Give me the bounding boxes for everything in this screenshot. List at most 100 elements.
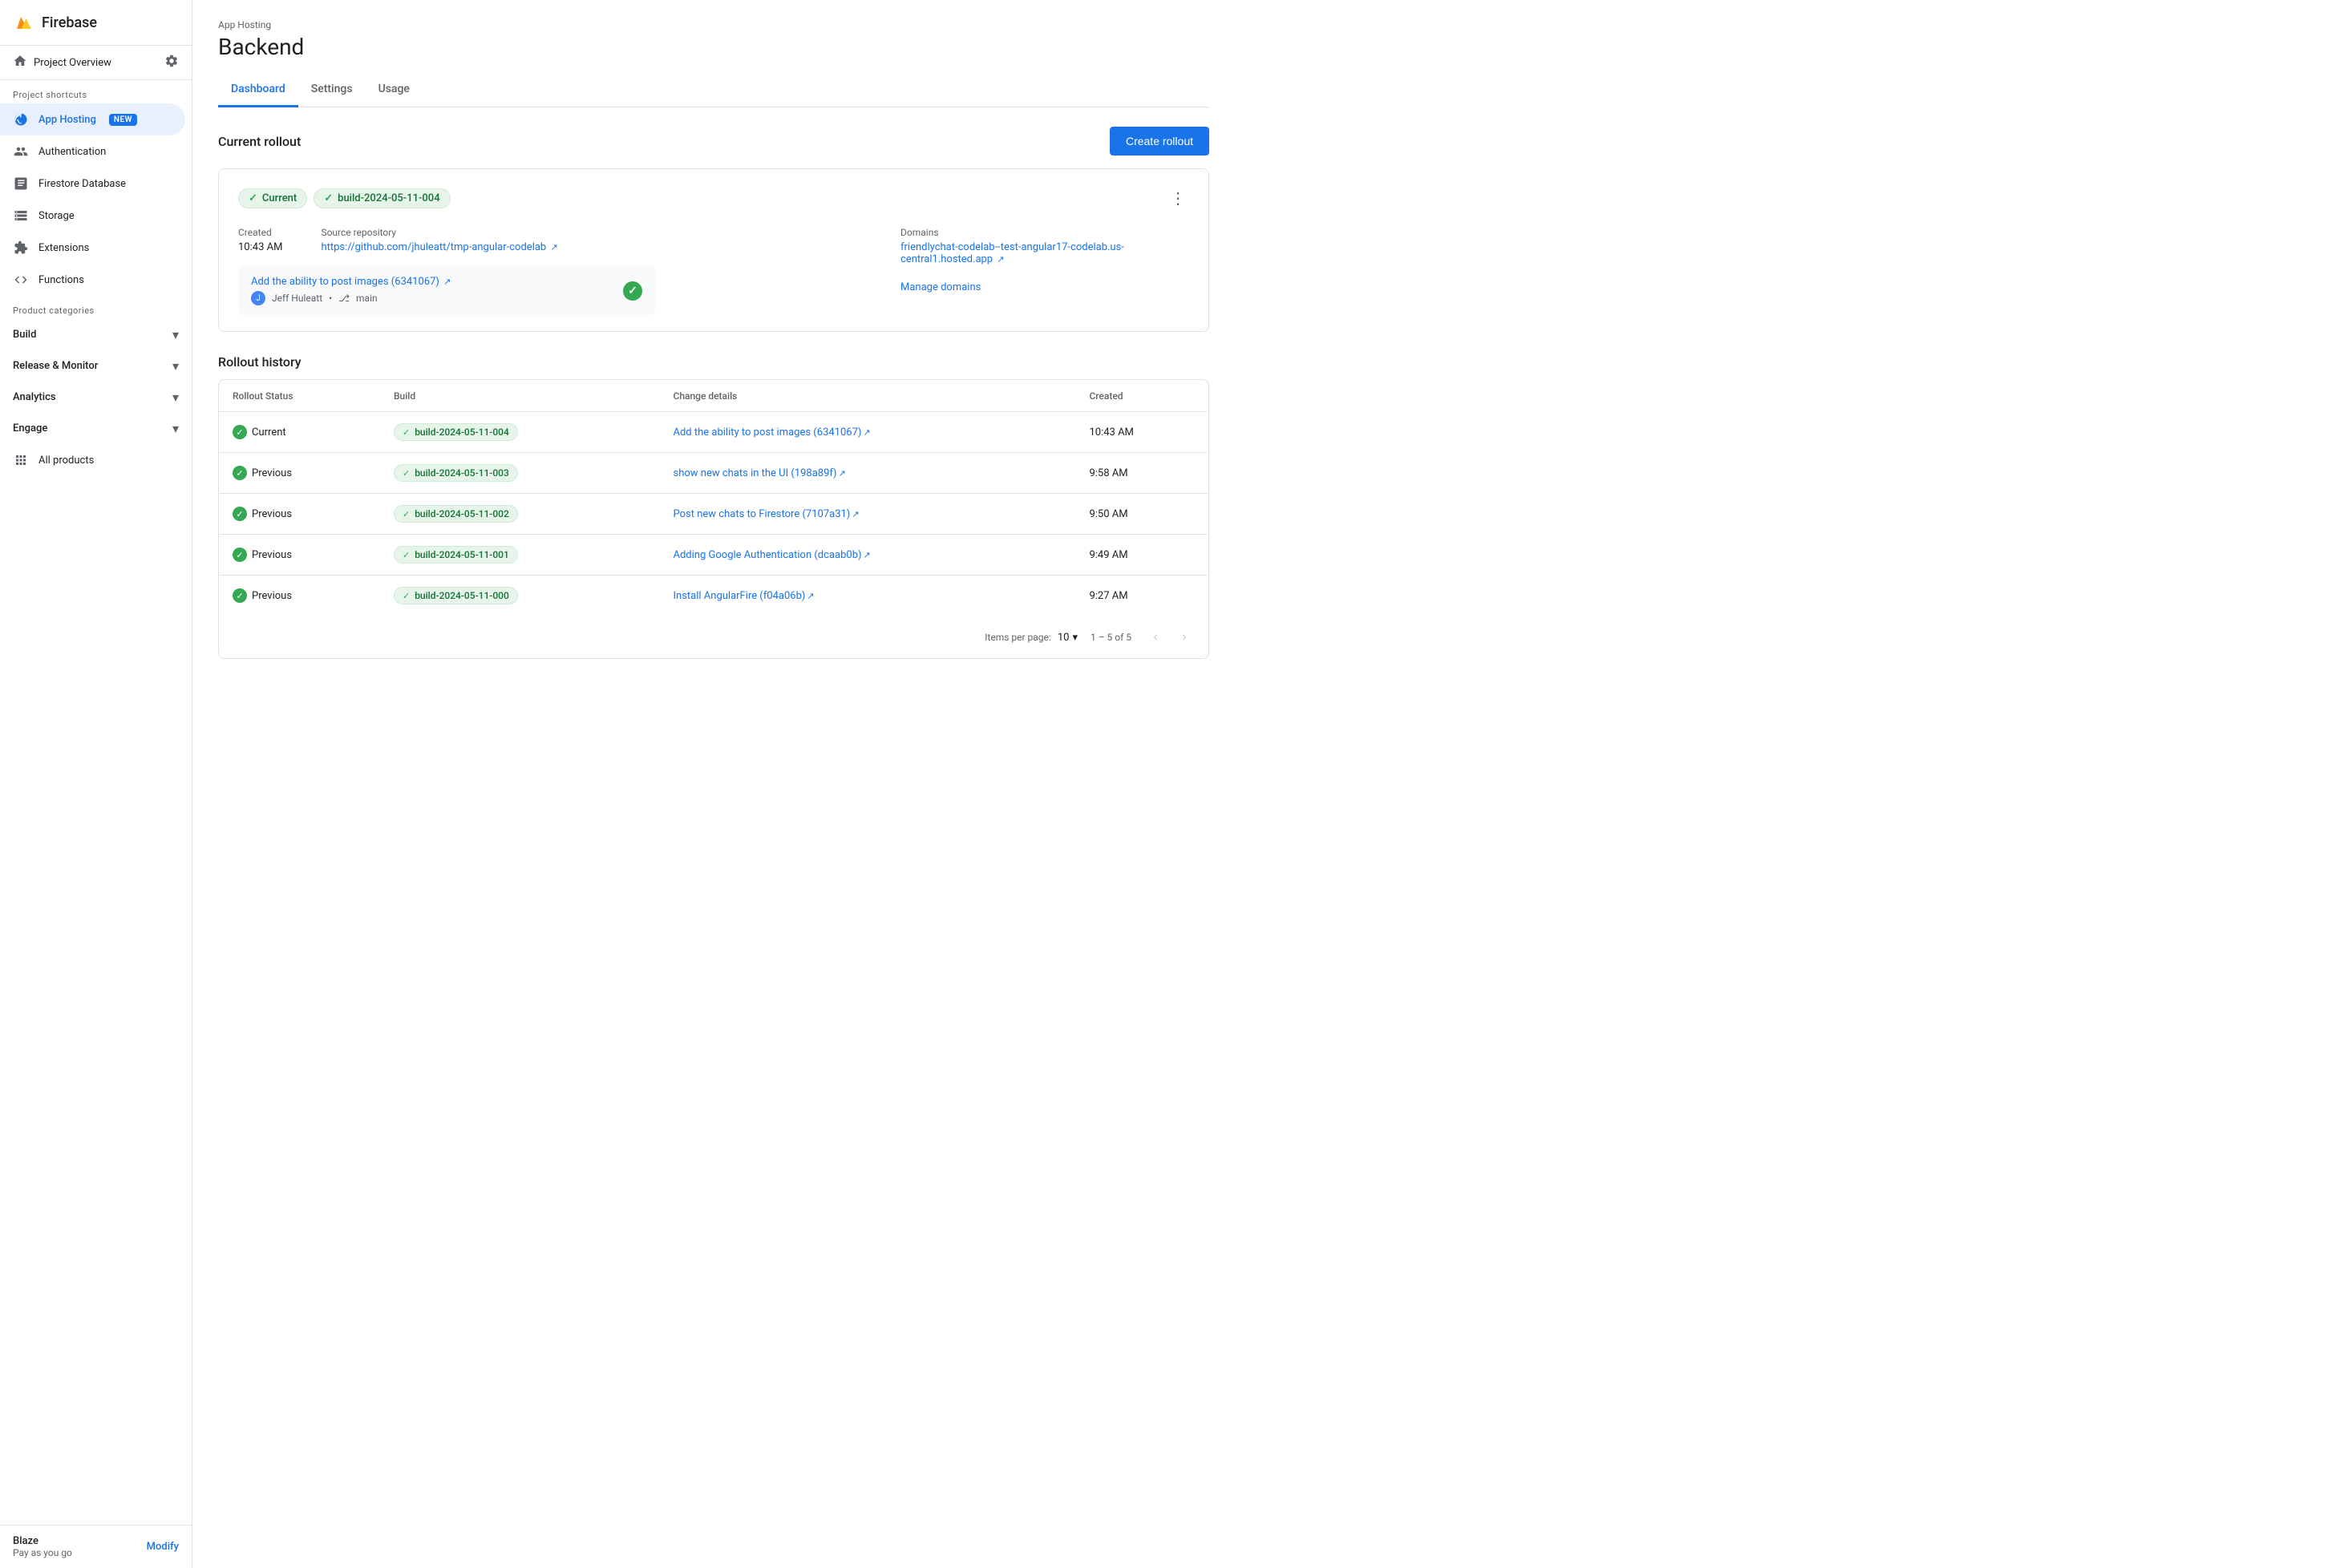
- sidebar-category-analytics[interactable]: Analytics ▾: [0, 382, 192, 413]
- row-build: ✓build-2024-05-11-002: [381, 494, 661, 535]
- card-info-row: Created 10:43 AM Source repository https…: [238, 227, 1189, 315]
- sidebar-item-app-hosting[interactable]: App Hosting NEW: [0, 103, 185, 135]
- change-link[interactable]: Add the ability to post images (6341067)…: [674, 426, 871, 438]
- build-check-icon: ✓: [403, 427, 410, 438]
- breadcrumb: App Hosting: [218, 19, 1209, 30]
- tab-usage[interactable]: Usage: [366, 73, 423, 107]
- commit-meta: J Jeff Huleatt • ⎇ main: [251, 291, 451, 305]
- engage-chevron-icon: ▾: [172, 421, 179, 436]
- project-overview-left: Project Overview: [13, 54, 111, 71]
- row-created: 10:43 AM: [1076, 412, 1208, 453]
- release-monitor-label: Release & Monitor: [13, 360, 98, 372]
- row-change: Install AngularFire (f04a06b)↗: [661, 576, 1077, 616]
- build-check-icon: ✓: [403, 550, 410, 560]
- main-content: App Hosting Backend Dashboard Settings U…: [192, 0, 2327, 1568]
- sidebar-item-extensions[interactable]: Extensions: [0, 232, 185, 264]
- meta-source: Source repository https://github.com/jhu…: [321, 227, 557, 253]
- categories-label: Product categories: [0, 296, 192, 319]
- table-row: ✓Previous✓build-2024-05-11-000 Install An…: [220, 576, 1208, 616]
- sidebar-item-firestore[interactable]: Firestore Database: [0, 168, 185, 200]
- change-link[interactable]: Adding Google Authentication (dcaab0b)↗: [674, 549, 871, 561]
- current-rollout-header: Current rollout Create rollout: [218, 127, 1209, 156]
- row-status: ✓Previous: [220, 494, 381, 535]
- project-overview-label: Project Overview: [34, 57, 111, 69]
- current-rollout-title: Current rollout: [218, 134, 301, 149]
- grid-icon: [13, 452, 29, 468]
- modify-button[interactable]: Modify: [147, 1541, 179, 1553]
- card-top: ✓ Current ✓ build-2024-05-11-004 ⋮: [238, 185, 1189, 211]
- row-created: 9:50 AM: [1076, 494, 1208, 535]
- extensions-label: Extensions: [38, 242, 89, 254]
- per-page-select[interactable]: 10 ▾: [1058, 632, 1078, 644]
- tab-settings[interactable]: Settings: [298, 73, 366, 107]
- domain-link[interactable]: friendlychat-codelab--test-angular17-cod…: [900, 241, 1189, 265]
- change-link[interactable]: Install AngularFire (f04a06b)↗: [674, 590, 815, 602]
- prev-page-button[interactable]: ‹: [1144, 626, 1167, 649]
- project-overview-row[interactable]: Project Overview: [0, 46, 192, 80]
- next-page-button[interactable]: ›: [1173, 626, 1196, 649]
- row-created: 9:58 AM: [1076, 453, 1208, 494]
- commit-external-icon: ↗: [443, 277, 451, 287]
- row-build: ✓build-2024-05-11-004: [381, 412, 661, 453]
- build-check-icon: ✓: [403, 509, 410, 519]
- rollout-history-table-wrapper: Rollout Status Build Change details Crea…: [218, 379, 1209, 659]
- build-label: Build: [13, 329, 36, 341]
- create-rollout-button[interactable]: Create rollout: [1110, 127, 1209, 156]
- shortcuts-label: Project shortcuts: [0, 80, 192, 103]
- per-page-chevron-icon: ▾: [1072, 632, 1078, 644]
- row-change: Post new chats to Firestore (7107a31)↗: [661, 494, 1077, 535]
- commit-link[interactable]: Add the ability to post images (6341067)…: [251, 276, 451, 288]
- status-icon: ✓: [233, 425, 247, 439]
- sidebar-item-all-products[interactable]: All products: [0, 444, 185, 476]
- change-external-icon: ↗: [852, 509, 859, 519]
- change-link[interactable]: show new chats in the UI (198a89f)↗: [674, 467, 846, 479]
- row-status: ✓Previous: [220, 576, 381, 616]
- change-link[interactable]: Post new chats to Firestore (7107a31)↗: [674, 508, 860, 520]
- table-row: ✓Previous✓build-2024-05-11-002 Post new c…: [220, 494, 1208, 535]
- sidebar-category-build[interactable]: Build ▾: [0, 319, 192, 350]
- items-per-page: Items per page: 10 ▾: [985, 632, 1078, 644]
- authentication-icon: [13, 143, 29, 160]
- storage-label: Storage: [38, 210, 75, 222]
- sidebar-header: Firebase: [0, 0, 192, 46]
- row-status: ✓Current: [220, 412, 381, 453]
- release-monitor-chevron-icon: ▾: [172, 358, 179, 374]
- meta-domains: Domains friendlychat-codelab--test-angul…: [900, 227, 1189, 265]
- all-products-label: All products: [38, 455, 94, 467]
- sidebar-category-release-monitor[interactable]: Release & Monitor ▾: [0, 350, 192, 382]
- tabs-row: Dashboard Settings Usage: [218, 73, 1209, 107]
- row-created: 9:49 AM: [1076, 535, 1208, 576]
- status-icon: ✓: [233, 588, 247, 603]
- current-tag: ✓ Current: [238, 188, 307, 208]
- manage-domains-link[interactable]: Manage domains: [900, 281, 981, 293]
- status-icon: ✓: [233, 507, 247, 521]
- sidebar-item-authentication[interactable]: Authentication: [0, 135, 185, 168]
- row-build: ✓build-2024-05-11-003: [381, 453, 661, 494]
- tab-dashboard[interactable]: Dashboard: [218, 73, 298, 107]
- analytics-chevron-icon: ▾: [172, 390, 179, 405]
- settings-icon[interactable]: [164, 54, 179, 71]
- items-per-page-label: Items per page:: [985, 632, 1051, 643]
- row-change: show new chats in the UI (198a89f)↗: [661, 453, 1077, 494]
- table-row: ✓Current✓build-2024-05-11-004 Add the abi…: [220, 412, 1208, 453]
- build-success-icon: ✓: [623, 281, 642, 301]
- build-tag-current: ✓ build-2024-05-11-004: [314, 188, 450, 208]
- sidebar-category-engage[interactable]: Engage ▾: [0, 413, 192, 444]
- firebase-flame-icon: [13, 11, 35, 34]
- source-repo-link[interactable]: https://github.com/jhuleatt/tmp-angular-…: [321, 241, 557, 253]
- change-external-icon: ↗: [864, 550, 871, 560]
- engage-label: Engage: [13, 422, 47, 434]
- change-external-icon: ↗: [839, 468, 846, 479]
- current-rollout-card: ✓ Current ✓ build-2024-05-11-004 ⋮ Creat…: [218, 168, 1209, 332]
- col-created: Created: [1076, 381, 1208, 412]
- blaze-title: Blaze: [13, 1535, 72, 1547]
- home-icon: [13, 54, 27, 71]
- sidebar-item-storage[interactable]: Storage: [0, 200, 185, 232]
- three-dot-menu[interactable]: ⋮: [1167, 185, 1189, 211]
- row-change: Adding Google Authentication (dcaab0b)↗: [661, 535, 1077, 576]
- sidebar-item-functions[interactable]: Functions: [0, 264, 185, 296]
- row-change: Add the ability to post images (6341067)…: [661, 412, 1077, 453]
- current-check-icon: ✓: [249, 192, 257, 204]
- row-build: ✓build-2024-05-11-000: [381, 576, 661, 616]
- row-build: ✓build-2024-05-11-001: [381, 535, 661, 576]
